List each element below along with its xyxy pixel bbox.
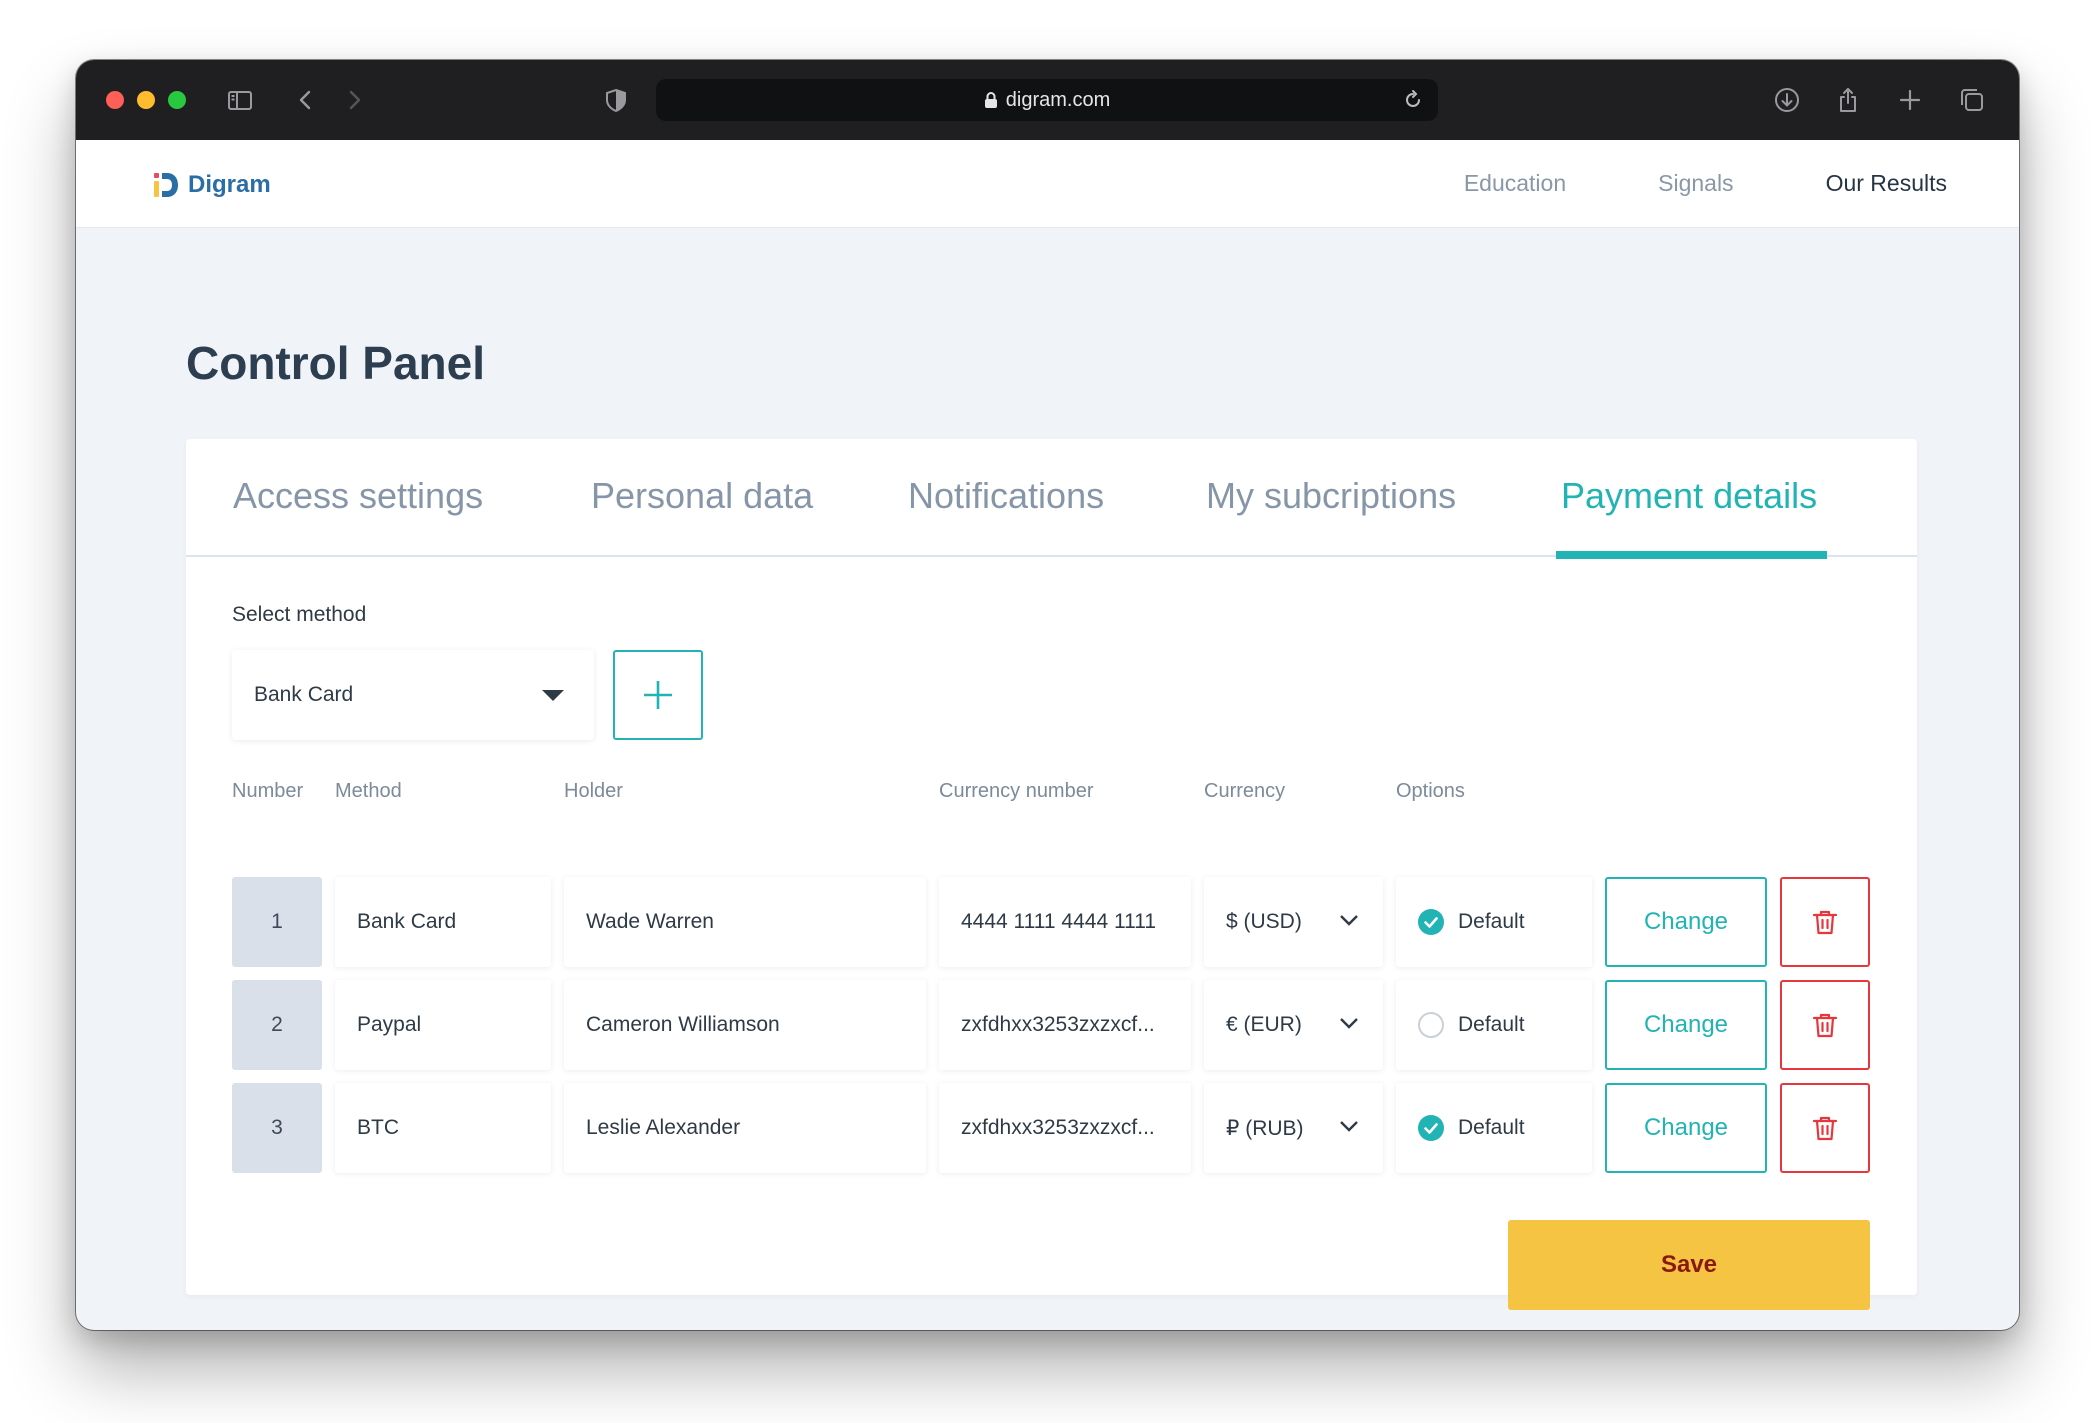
control-panel-card: Access settings Personal data Notificati… — [186, 439, 1917, 1310]
tabs-overview-icon[interactable] — [1956, 84, 1988, 116]
currency-select[interactable]: € (EUR) — [1204, 980, 1383, 1070]
delete-button[interactable] — [1780, 1083, 1870, 1173]
logo-text: Digram — [188, 171, 271, 198]
delete-button[interactable] — [1780, 877, 1870, 967]
change-button[interactable]: Change — [1605, 980, 1767, 1070]
default-option[interactable]: Default — [1396, 980, 1592, 1070]
chevron-down-icon — [1340, 1121, 1358, 1132]
default-label: Default — [1458, 1116, 1525, 1139]
column-header-method: Method — [335, 780, 402, 802]
sidebar-toggle-icon[interactable] — [224, 84, 256, 116]
row-number: 3 — [232, 1083, 322, 1173]
column-header-holder: Holder — [564, 780, 623, 802]
minimize-window-button[interactable] — [137, 91, 155, 109]
new-tab-plus-icon[interactable] — [1894, 84, 1926, 116]
column-header-currency-number: Currency number — [939, 780, 1094, 802]
row-method: BTC — [335, 1083, 551, 1173]
row-method: Paypal — [335, 980, 551, 1070]
logo[interactable]: Digram — [152, 170, 271, 200]
browser-toolbar: digram.com — [76, 60, 2019, 140]
change-button[interactable]: Change — [1605, 1083, 1767, 1173]
row-currency-number: zxfdhxx3253zxzxcf... — [939, 980, 1191, 1070]
digram-logo-icon — [154, 173, 178, 197]
maximize-window-button[interactable] — [168, 91, 186, 109]
default-label: Default — [1458, 1013, 1525, 1036]
address-bar[interactable]: digram.com — [656, 79, 1438, 121]
trash-icon — [1812, 910, 1838, 935]
row-method: Bank Card — [335, 877, 551, 967]
row-currency-number: zxfdhxx3253zxzxcf... — [939, 1083, 1191, 1173]
chevron-down-icon — [1340, 915, 1358, 926]
caret-down-icon — [542, 690, 564, 701]
tab-notifications[interactable]: Notifications — [908, 475, 1104, 517]
checked-radio-icon[interactable] — [1418, 1115, 1444, 1141]
trash-icon — [1812, 1013, 1838, 1038]
method-select-value: Bank Card — [254, 683, 354, 706]
forward-arrow-icon[interactable] — [338, 84, 370, 116]
default-option[interactable]: Default — [1396, 877, 1592, 967]
currency-value: $ (USD) — [1226, 910, 1302, 933]
browser-window: digram.com Digram Education Signals Our … — [76, 60, 2019, 1330]
row-holder: Wade Warren — [564, 877, 926, 967]
column-header-currency: Currency — [1204, 780, 1286, 802]
column-header-options: Options — [1396, 780, 1465, 802]
add-method-button[interactable] — [613, 650, 703, 740]
default-label: Default — [1458, 910, 1525, 933]
row-holder: Leslie Alexander — [564, 1083, 926, 1173]
share-icon[interactable] — [1832, 84, 1864, 116]
unchecked-radio-icon[interactable] — [1418, 1012, 1444, 1038]
row-number: 1 — [232, 877, 322, 967]
save-button[interactable]: Save — [1508, 1220, 1870, 1310]
currency-select[interactable]: ₽ (RUB) — [1204, 1083, 1383, 1173]
row-holder: Cameron Williamson — [564, 980, 926, 1070]
nav-signals[interactable]: Signals — [1658, 170, 1733, 197]
reload-icon[interactable] — [1402, 89, 1424, 111]
method-select[interactable]: Bank Card — [232, 650, 594, 740]
plus-icon — [644, 681, 672, 709]
back-arrow-icon[interactable] — [290, 84, 322, 116]
nav-our-results[interactable]: Our Results — [1826, 170, 1947, 197]
page-title: Control Panel — [186, 337, 486, 389]
privacy-shield-icon[interactable] — [600, 84, 632, 116]
nav-education[interactable]: Education — [1464, 170, 1566, 197]
row-number: 2 — [232, 980, 322, 1070]
column-header-number: Number — [232, 780, 304, 802]
trash-icon — [1812, 1116, 1838, 1141]
lock-icon — [984, 91, 998, 109]
close-window-button[interactable] — [106, 91, 124, 109]
site-header: Digram Education Signals Our Results — [76, 140, 2019, 228]
change-button[interactable]: Change — [1605, 877, 1767, 967]
chevron-down-icon — [1340, 1018, 1358, 1029]
main-nav: Education Signals Our Results — [1464, 170, 1947, 197]
checked-radio-icon[interactable] — [1418, 909, 1444, 935]
active-tab-indicator — [1556, 551, 1827, 559]
tab-payment-details[interactable]: Payment details — [1561, 475, 1817, 517]
row-currency-number: 4444 1111 4444 1111 — [939, 877, 1191, 967]
tab-personal-data[interactable]: Personal data — [591, 475, 813, 517]
currency-select[interactable]: $ (USD) — [1204, 877, 1383, 967]
url-text: digram.com — [1005, 88, 1111, 111]
default-option[interactable]: Default — [1396, 1083, 1592, 1173]
tab-access-settings[interactable]: Access settings — [233, 475, 483, 517]
currency-value: ₽ (RUB) — [1226, 1116, 1304, 1140]
download-icon[interactable] — [1771, 84, 1803, 116]
delete-button[interactable] — [1780, 980, 1870, 1070]
select-method-label: Select method — [232, 603, 367, 626]
tab-my-subscriptions[interactable]: My subcriptions — [1206, 475, 1456, 517]
tab-bar: Access settings Personal data Notificati… — [186, 439, 1917, 559]
currency-value: € (EUR) — [1226, 1013, 1302, 1036]
